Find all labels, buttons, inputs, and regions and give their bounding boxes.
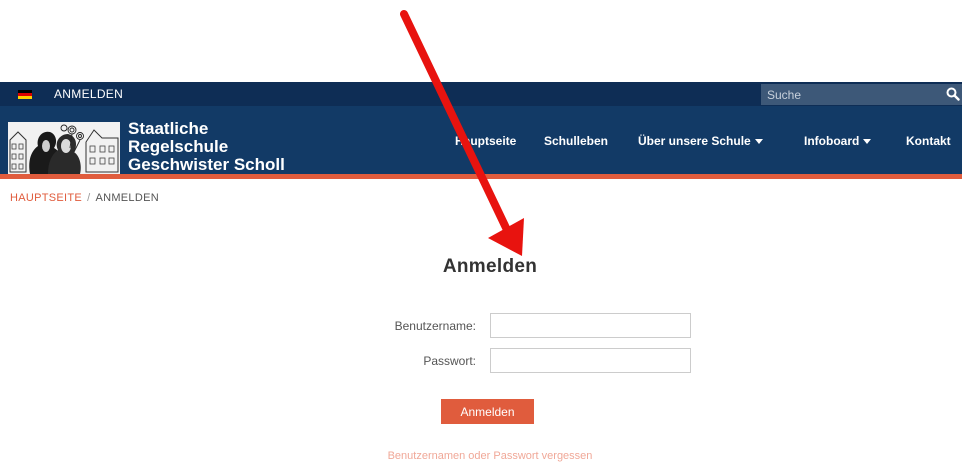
school-logo[interactable] [8,122,120,174]
red-arrow-annotation [400,10,524,256]
school-name[interactable]: Staatliche Regelschule Geschwister Schol… [128,120,285,174]
nav-infoboard[interactable]: Infoboard [804,134,872,154]
search-box [761,84,962,105]
nav-label: Über unsere Schule [638,134,751,148]
breadcrumb: HAUPTSEITE / ANMELDEN [10,192,159,204]
nav-kontakt[interactable]: Kontakt [906,134,951,154]
school-name-line-3: Geschwister Scholl [128,155,285,174]
caret-down-icon [754,139,763,145]
breadcrumb-separator: / [87,192,91,204]
caret-down-icon [863,139,872,145]
breadcrumb-current: ANMELDEN [95,192,159,204]
nav-schulleben[interactable]: Schulleben [544,134,608,154]
breadcrumb-home[interactable]: HAUPTSEITE [10,192,82,204]
nav-label: Kontakt [906,134,951,148]
login-link[interactable]: ANMELDEN [54,87,123,101]
password-field[interactable] [490,348,691,373]
school-name-line-2: Regelschule [128,137,229,156]
forgot-credentials-link[interactable]: Benutzernamen oder Passwort vergessen [0,450,962,462]
search-input[interactable] [767,86,937,103]
nav-label: Schulleben [544,134,609,148]
username-field[interactable] [490,313,691,338]
nav-hauptseite[interactable]: Hauptseite [455,134,516,154]
header-accent-border [0,174,962,179]
username-label: Benutzername: [394,319,476,333]
search-icon[interactable] [946,87,960,101]
german-flag-icon[interactable] [18,90,32,99]
nav-label: Hauptseite [455,134,517,148]
password-label: Passwort: [423,354,476,368]
school-name-line-1: Staatliche [128,119,209,138]
nav-ueber-unsere-schule[interactable]: Über unsere Schule [638,134,763,154]
nav-label: Infoboard [804,134,860,148]
page-title: Anmelden [442,256,538,277]
login-button[interactable]: Anmelden [441,399,534,424]
